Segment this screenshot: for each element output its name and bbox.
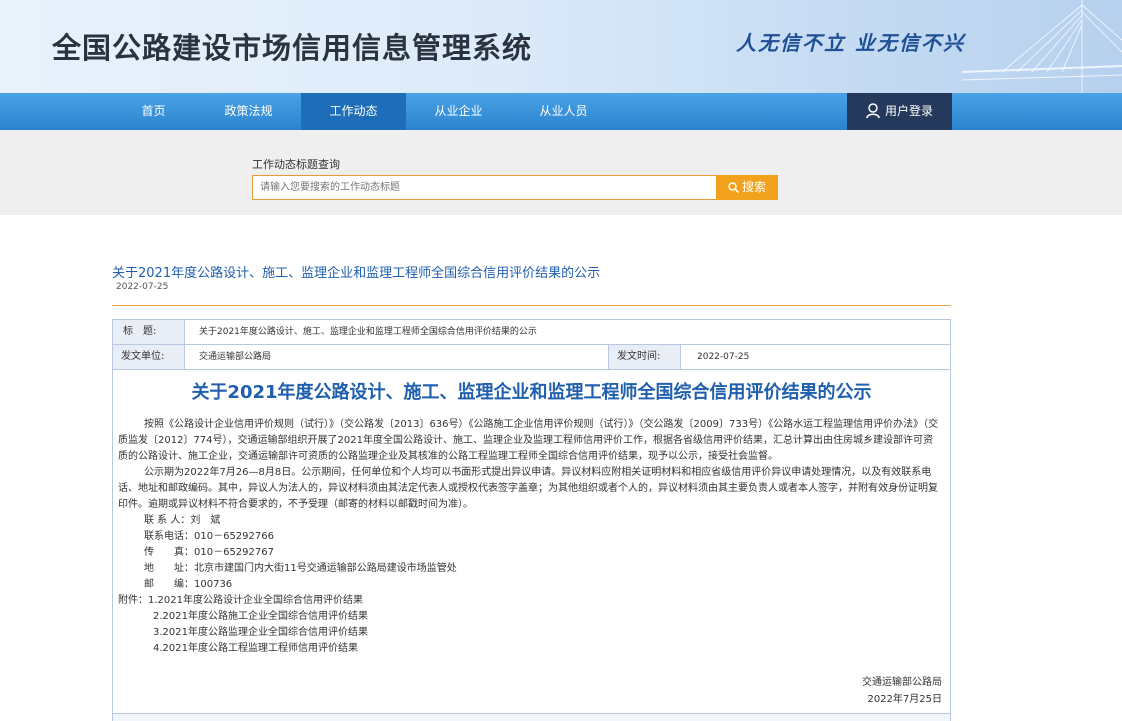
search-label: 工作动态标题查询 [252, 158, 340, 171]
nav-item-personnel[interactable]: 从业人员 [511, 93, 616, 130]
attachment-link-row[interactable] [113, 713, 950, 721]
nav-item-home[interactable]: 首页 [101, 93, 206, 130]
nav-item-enterprises[interactable]: 从业企业 [406, 93, 511, 130]
site-title: 全国公路建设市场信用信息管理系统 [52, 31, 533, 65]
search-icon [728, 182, 740, 194]
date-label: 发文时间: [609, 345, 681, 369]
contact-address: 地 址：北京市建国门内大街11号交通运输部公路局建设市场监管处 [144, 563, 457, 574]
body-paragraph: 公示期为2022年7月26—8月8日。公示期间，任何单位和个人均可以书面形式提出… [118, 467, 938, 510]
login-button[interactable]: 用户登录 [847, 93, 952, 130]
info-row-issuer: 发文单位: 交通运输部公路局 发文时间: 2022-07-25 [113, 345, 950, 370]
login-label: 用户登录 [884, 104, 933, 118]
info-row-title: 标 题: 关于2021年度公路设计、施工、监理企业和监理工程师全国综合信用评价结… [113, 320, 950, 345]
article-heading: 关于2021年度公路设计、施工、监理企业和监理工程师全国综合信用评价结果的公示 [191, 382, 872, 403]
divider [112, 305, 951, 306]
search-panel: 工作动态标题查询 搜索 [0, 130, 1122, 215]
title-value: 关于2021年度公路设计、施工、监理企业和监理工程师全国综合信用评价结果的公示 [199, 327, 537, 337]
body-paragraph: 按照《公路设计企业信用评价规则（试行）》（交公路发〔2013〕636号）《公路施… [118, 419, 939, 462]
date-value: 2022-07-25 [697, 352, 750, 362]
article-date: 2022-07-25 [116, 282, 169, 292]
user-icon [866, 103, 880, 119]
contact-person: 联 系 人：刘 斌 [144, 515, 221, 526]
nav-item-policy[interactable]: 政策法规 [196, 93, 301, 130]
issuer-value: 交通运输部公路局 [185, 345, 609, 369]
contact-phone: 联系电话：010－65292766 [144, 531, 274, 542]
site-slogan: 人无信不立 业无信不兴 [736, 31, 965, 55]
issuer-label: 发文单位: [113, 345, 185, 369]
search-input[interactable] [252, 175, 717, 200]
article-body: 按照《公路设计企业信用评价规则（试行）》（交公路发〔2013〕636号）《公路施… [118, 417, 940, 657]
main-nav: 首页 政策法规 工作动态 从业企业 从业人员 用户登录 [0, 93, 1122, 130]
search-button[interactable]: 搜索 [716, 175, 778, 200]
search-button-label: 搜索 [741, 180, 766, 194]
article-detail: 标 题: 关于2021年度公路设计、施工、监理企业和监理工程师全国综合信用评价结… [112, 319, 951, 721]
title-label: 标 题: [113, 320, 185, 344]
attachment-item: 3.2021年度公路监理企业全国综合信用评价结果 [153, 627, 368, 638]
nav-item-work-news[interactable]: 工作动态 [301, 93, 406, 130]
attachment-item: 附件：1.2021年度公路设计企业全国综合信用评价结果 [118, 595, 363, 606]
signature-date: 2022年7月25日 [867, 694, 942, 705]
article-title-link[interactable]: 关于2021年度公路设计、施工、监理企业和监理工程师全国综合信用评价结果的公示 [112, 262, 600, 281]
header-banner: 全国公路建设市场信用信息管理系统 人无信不立 业无信不兴 [0, 0, 1122, 93]
bridge-illustration [962, 0, 1122, 93]
contact-fax: 传 真：010－65292767 [144, 547, 274, 558]
attachment-item: 2.2021年度公路施工企业全国综合信用评价结果 [153, 611, 368, 622]
attachment-item: 4.2021年度公路工程监理工程师信用评价结果 [153, 643, 358, 654]
contact-postcode: 邮 编：100736 [144, 579, 233, 590]
signature-org: 交通运输部公路局 [862, 677, 942, 688]
